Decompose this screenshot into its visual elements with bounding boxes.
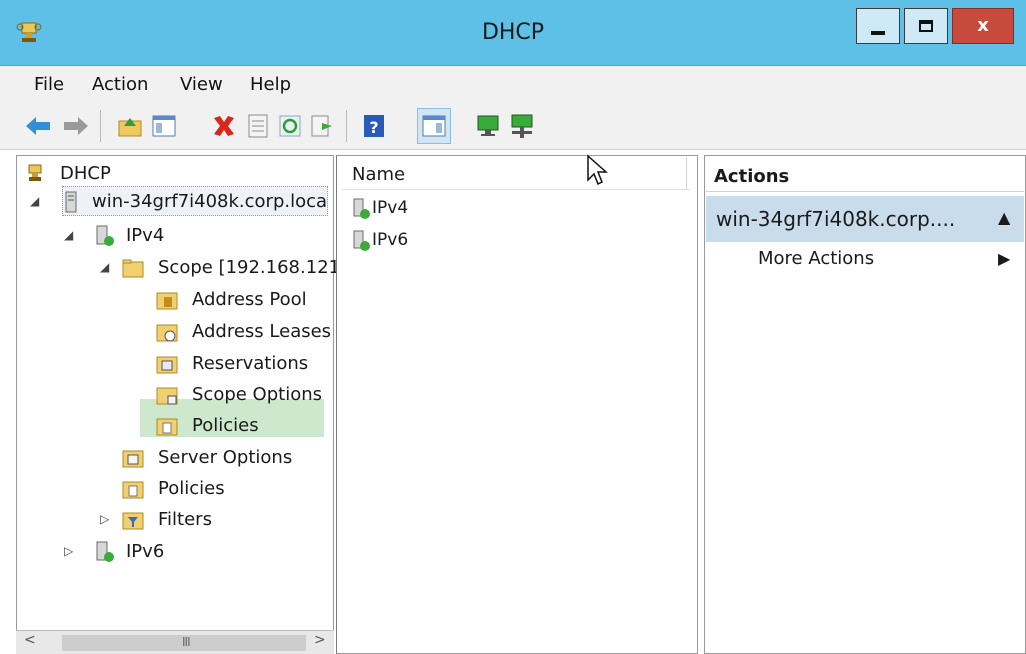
collapse-arrow-icon[interactable]: ◢	[100, 260, 112, 274]
menu-action[interactable]: Action	[92, 74, 148, 95]
scroll-left-icon[interactable]: <	[24, 632, 36, 648]
tree-horizontal-scrollbar[interactable]: < III >	[16, 630, 334, 654]
column-divider[interactable]	[686, 158, 687, 190]
submenu-arrow-icon: ▶	[998, 249, 1011, 268]
show-hide-action-pane-icon[interactable]	[420, 112, 448, 140]
collapse-arrow-icon[interactable]: ◢	[30, 194, 42, 208]
scroll-right-icon[interactable]: >	[314, 632, 326, 648]
column-header-name[interactable]: Name	[342, 158, 690, 190]
toolbar-separator	[346, 110, 347, 142]
tree-item-label: Reservations	[192, 353, 309, 374]
close-button[interactable]: x	[952, 8, 1014, 44]
menu-view[interactable]: View	[180, 74, 223, 95]
tree-item-label: win-34grf7i408k.corp.loca	[92, 191, 328, 212]
back-arrow-icon[interactable]	[24, 112, 52, 140]
server-options-icon	[122, 450, 144, 468]
refresh-icon[interactable]	[276, 112, 304, 140]
forward-arrow-icon[interactable]	[62, 112, 90, 140]
maximize-button[interactable]	[904, 8, 948, 44]
tree-item-label: Scope Options	[192, 384, 323, 405]
list-item-label: IPv6	[372, 230, 409, 250]
tree-item-label: IPv4	[126, 225, 165, 246]
export-list-icon[interactable]	[308, 112, 336, 140]
show-hide-tree-icon[interactable]	[150, 112, 178, 140]
maximize-icon	[919, 20, 933, 32]
tree-item-label: Filters	[158, 509, 212, 530]
tree-item-label: Address Pool	[192, 289, 307, 310]
toolbar: ?	[0, 102, 1026, 150]
list-item-label: IPv4	[372, 198, 409, 218]
minimize-icon	[871, 31, 885, 35]
menu-file[interactable]: File	[34, 74, 64, 95]
more-actions-label: More Actions	[758, 248, 875, 269]
tree-item-label: DHCP	[60, 163, 111, 184]
tree-item-label: Policies	[158, 478, 225, 499]
ipv4-server-icon	[96, 225, 114, 246]
dhcp-trophy-icon	[28, 164, 42, 181]
collapse-arrow-icon[interactable]: ◢	[64, 228, 76, 242]
reservations-icon	[156, 356, 178, 374]
folder-icon	[122, 259, 144, 278]
actions-group-server[interactable]: win-34grf7i408k.corp.... ▲	[706, 196, 1024, 242]
tree-item-label: Policies	[192, 415, 259, 436]
title-bar: DHCP x	[0, 0, 1026, 66]
expand-arrow-icon[interactable]: ▷	[64, 544, 76, 558]
tree-item-label: Server Options	[158, 447, 293, 468]
svg-text:?: ?	[369, 118, 378, 137]
close-icon: x	[977, 15, 989, 36]
tree-item-label: Scope [192.168.121	[158, 257, 341, 278]
ipv6-server-icon	[96, 541, 114, 562]
collapse-caret-icon[interactable]: ▲	[998, 208, 1010, 227]
policies-icon	[156, 418, 178, 436]
ipv6-server-icon	[353, 230, 370, 251]
properties-icon[interactable]	[244, 112, 272, 140]
tree-item-label: IPv6	[126, 541, 165, 562]
minimize-button[interactable]	[856, 8, 900, 44]
more-actions-item[interactable]: More Actions ▶	[758, 248, 1018, 276]
address-leases-icon	[156, 324, 178, 342]
scrollbar-grip: III	[182, 635, 191, 649]
actions-group-label: win-34grf7i408k.corp....	[716, 207, 956, 231]
menu-bar: File Action View Help	[0, 66, 1026, 102]
computer-network-icon[interactable]	[508, 112, 536, 140]
ipv4-server-icon	[353, 198, 370, 219]
toolbar-separator	[100, 110, 101, 142]
delete-icon[interactable]	[210, 112, 238, 140]
tree-item-label: Address Leases	[192, 321, 332, 342]
help-icon[interactable]: ?	[360, 112, 388, 140]
policies-icon	[122, 481, 144, 499]
column-header-label: Name	[352, 164, 406, 185]
menu-help[interactable]: Help	[250, 74, 291, 95]
address-pool-icon	[156, 292, 178, 310]
mouse-cursor-icon	[587, 154, 608, 186]
actions-header-label: Actions	[714, 166, 790, 187]
up-folder-icon[interactable]	[116, 112, 144, 140]
actions-header: Actions	[706, 160, 1024, 192]
scrollbar-thumb[interactable]: III	[62, 635, 306, 651]
computer-monitor-icon[interactable]	[474, 112, 502, 140]
server-icon	[65, 191, 77, 213]
filters-icon	[122, 512, 144, 530]
expand-arrow-icon[interactable]: ▷	[100, 512, 112, 526]
scope-options-icon	[156, 387, 178, 405]
